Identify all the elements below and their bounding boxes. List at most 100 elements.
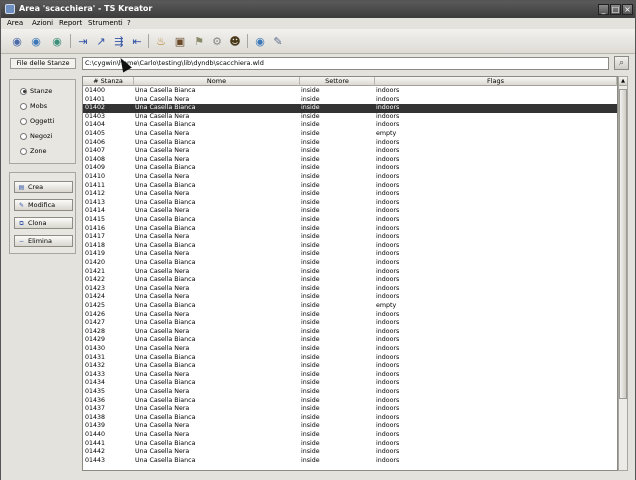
title-bar[interactable]: Area 'scacchiera' - TS Kreator _ □ × <box>1 1 635 18</box>
table-row[interactable]: 01425 Una Casella Bianca inside empty <box>83 302 617 311</box>
globe-icon[interactable]: ◉ <box>252 33 268 49</box>
table-row[interactable]: 01412 Una Casella Nera inside indoors <box>83 190 617 199</box>
arrow-out-icon[interactable]: ⇤ <box>129 33 145 49</box>
cell-name: Una Casella Bianca <box>135 181 196 189</box>
table-row[interactable]: 01437 Una Casella Nera inside indoors <box>83 405 617 414</box>
table-row[interactable]: 01415 Una Casella Bianca inside indoors <box>83 216 617 225</box>
table-row[interactable]: 01428 Una Casella Nera inside indoors <box>83 328 617 337</box>
close-button[interactable]: × <box>622 4 633 15</box>
maximize-button[interactable]: □ <box>610 4 621 15</box>
clone-button[interactable]: ⧉ Clona <box>14 217 73 229</box>
radio-mobs[interactable]: Mobs <box>20 102 47 110</box>
radio-negozi[interactable]: Negozi <box>20 132 52 140</box>
table-row[interactable]: 01434 Una Casella Bianca inside indoors <box>83 379 617 388</box>
column-header-name[interactable]: Nome <box>134 77 300 86</box>
table-row[interactable]: 01435 Una Casella Nera inside indoors <box>83 388 617 397</box>
table-row[interactable]: 01419 Una Casella Nera inside indoors <box>83 250 617 259</box>
app-icon[interactable] <box>5 4 15 14</box>
person-icon[interactable]: ☻ <box>227 33 243 49</box>
globe-icon[interactable]: ◉ <box>49 33 65 49</box>
cell-id: 01436 <box>85 396 106 404</box>
table-row[interactable]: 01436 Una Casella Bianca inside indoors <box>83 397 617 406</box>
table-row[interactable]: 01421 Una Casella Nera inside indoors <box>83 268 617 277</box>
table-row[interactable]: 01417 Una Casella Nera inside indoors <box>83 233 617 242</box>
tools-icon[interactable]: ✎ <box>270 33 286 49</box>
pot-icon[interactable]: ♨ <box>153 33 169 49</box>
table-row[interactable]: 01400 Una Casella Bianca inside indoors <box>83 87 617 96</box>
radio-zone[interactable]: Zone <box>20 147 47 155</box>
table-row[interactable]: 01431 Una Casella Bianca inside indoors <box>83 354 617 363</box>
table-row[interactable]: 01408 Una Casella Nera inside indoors <box>83 156 617 165</box>
arrow-in-icon[interactable]: ⇥ <box>75 33 91 49</box>
table-row[interactable]: 01403 Una Casella Nera inside indoors <box>83 113 617 122</box>
menu-strumenti[interactable]: Strumenti <box>88 19 123 27</box>
scroll-thumb[interactable] <box>619 89 627 399</box>
create-label: Crea <box>28 183 44 191</box>
cell-name: Una Casella Nera <box>135 233 190 241</box>
table-row[interactable]: 01414 Una Casella Nera inside indoors <box>83 207 617 216</box>
table-row[interactable]: 01418 Una Casella Bianca inside indoors <box>83 242 617 251</box>
table-row[interactable]: 01424 Una Casella Nera inside indoors <box>83 293 617 302</box>
table-row[interactable]: 01440 Una Casella Nera inside indoors <box>83 431 617 440</box>
table-row[interactable]: 01427 Una Casella Bianca inside indoors <box>83 319 617 328</box>
table-row[interactable]: 01416 Una Casella Bianca inside indoors <box>83 225 617 234</box>
table-row[interactable]: 01430 Una Casella Nera inside indoors <box>83 345 617 354</box>
table-row[interactable]: 01442 Una Casella Nera inside indoors <box>83 448 617 457</box>
table-row[interactable]: 01410 Una Casella Nera inside indoors <box>83 173 617 182</box>
table-row[interactable]: 01405 Una Casella Nera inside empty <box>83 130 617 139</box>
column-header-id[interactable]: # Stanza <box>83 77 134 86</box>
table-row[interactable]: 01422 Una Casella Bianca inside indoors <box>83 276 617 285</box>
create-button[interactable]: ▤ Crea <box>14 181 73 193</box>
table-row[interactable]: 01432 Una Casella Bianca inside indoors <box>83 362 617 371</box>
browse-button[interactable]: ⌕ <box>614 56 629 70</box>
table-row[interactable]: 01438 Una Casella Bianca inside indoors <box>83 414 617 423</box>
cell-sector: inside <box>301 310 320 318</box>
table-row[interactable]: 01439 Una Casella Nera inside indoors <box>83 422 617 431</box>
table-row[interactable]: 01420 Una Casella Bianca inside indoors <box>83 259 617 268</box>
edit-icon: ✎ <box>18 201 25 209</box>
table-header: # Stanza Nome Settore Flags <box>83 77 617 86</box>
cell-id: 01419 <box>85 250 106 258</box>
table-row[interactable]: 01443 Una Casella Bianca inside indoors <box>83 457 617 466</box>
table-row[interactable]: 01409 Una Casella Bianca inside indoors <box>83 164 617 173</box>
globe-icon[interactable]: ◉ <box>9 33 25 49</box>
cell-flags: indoors <box>376 405 400 413</box>
minimize-button[interactable]: _ <box>598 4 609 15</box>
flag-icon[interactable]: ⚑ <box>191 33 207 49</box>
radio-stanze[interactable]: Stanze <box>20 87 52 95</box>
menu-report[interactable]: Report <box>59 19 82 27</box>
globe-icon[interactable]: ◉ <box>28 33 44 49</box>
gear-icon[interactable]: ⚙ <box>209 33 225 49</box>
cell-sector: inside <box>301 155 320 163</box>
cell-id: 01404 <box>85 121 106 129</box>
menu-area[interactable]: Area <box>7 19 23 27</box>
table-row[interactable]: 01404 Una Casella Bianca inside indoors <box>83 121 617 130</box>
table-row[interactable]: 01433 Una Casella Nera inside indoors <box>83 371 617 380</box>
table-row[interactable]: 01429 Una Casella Bianca inside indoors <box>83 336 617 345</box>
table-row[interactable]: 01402 Una Casella Bianca inside indoors <box>83 104 617 113</box>
vertical-scrollbar[interactable]: ▲ <box>618 76 628 471</box>
chest-icon[interactable]: ▣ <box>172 33 188 49</box>
cell-name: Una Casella Nera <box>135 327 190 335</box>
table-row[interactable]: 01411 Una Casella Bianca inside indoors <box>83 182 617 191</box>
table-row[interactable]: 01401 Una Casella Nera inside indoors <box>83 96 617 105</box>
table-row[interactable]: 01406 Una Casella Bianca inside indoors <box>83 139 617 148</box>
column-header-sector[interactable]: Settore <box>300 77 375 86</box>
edit-button[interactable]: ✎ Modifica <box>14 199 73 211</box>
table-row[interactable]: 01441 Una Casella Bianca inside indoors <box>83 440 617 449</box>
file-label-button[interactable]: File delle Stanze <box>10 58 76 69</box>
arrow-branch-icon[interactable]: ⇶ <box>111 33 127 49</box>
radio-oggetti[interactable]: Oggetti <box>20 117 54 125</box>
table-row[interactable]: 01426 Una Casella Nera inside indoors <box>83 311 617 320</box>
column-header-flags[interactable]: Flags <box>375 77 617 86</box>
table-row[interactable]: 01407 Una Casella Nera inside indoors <box>83 147 617 156</box>
cell-id: 01410 <box>85 173 106 180</box>
table-row[interactable]: 01413 Una Casella Bianca inside indoors <box>83 199 617 208</box>
arrow-up-icon[interactable]: ↗ <box>93 33 109 49</box>
file-path-input[interactable]: C:\cygwin\home\Carlo\testing\lib\dyndb\s… <box>82 57 609 70</box>
delete-button[interactable]: − Elimina <box>14 235 73 247</box>
menu-azioni[interactable]: Azioni <box>32 19 53 27</box>
scroll-up-icon[interactable]: ▲ <box>619 77 627 86</box>
menu-help[interactable]: ? <box>127 19 131 27</box>
table-row[interactable]: 01423 Una Casella Nera inside indoors <box>83 285 617 294</box>
